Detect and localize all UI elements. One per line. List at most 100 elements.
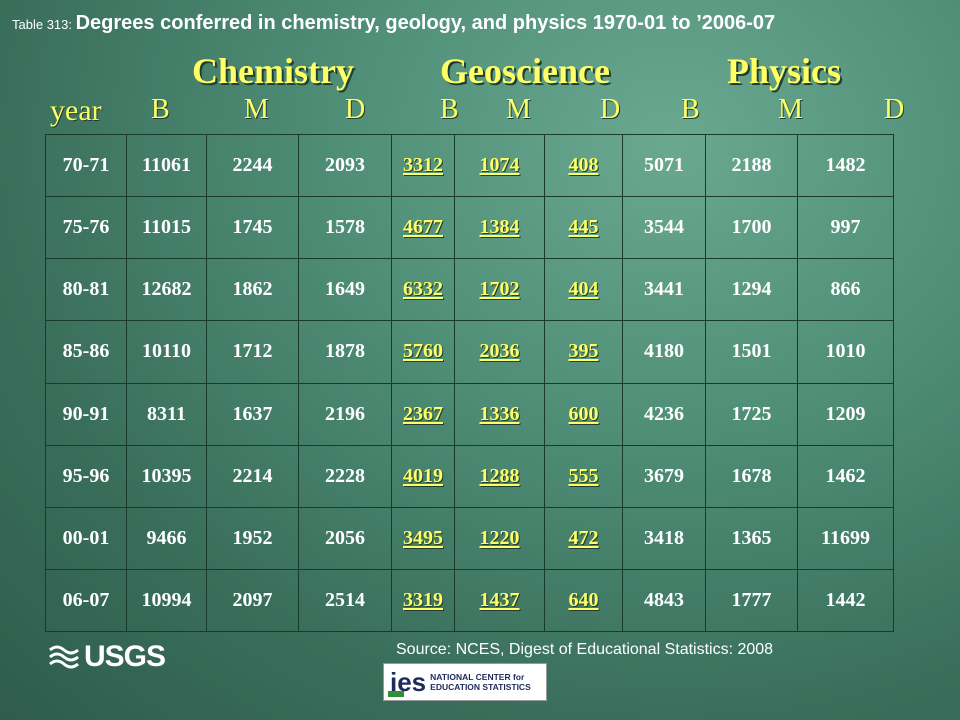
value-cell: 1501 bbox=[705, 320, 798, 384]
value-cell: 1384 bbox=[454, 196, 545, 260]
usgs-wordmark: USGS bbox=[84, 640, 166, 673]
year-cell: 85-86 bbox=[45, 320, 127, 384]
value-cell: 1220 bbox=[454, 506, 545, 570]
value-cell: 1482 bbox=[797, 133, 894, 198]
group-geoscience: Geoscience bbox=[440, 51, 610, 91]
year-cell: 90-91 bbox=[45, 382, 127, 446]
value-cell: 3544 bbox=[622, 196, 706, 260]
group-chemistry: Chemistry bbox=[192, 51, 354, 91]
table-row: 85-86 10110 1712 1878 5760 2036 395 4180 1501 101… bbox=[45, 320, 894, 384]
value-cell: 408 bbox=[544, 133, 623, 198]
value-cell: 11699 bbox=[797, 506, 894, 570]
subhead-phys-b: B bbox=[681, 94, 700, 125]
table-row: 90-91 8311 1637 2196 2367 1336 600 4236 1725 1209 bbox=[45, 382, 894, 446]
group-physics: Physics bbox=[727, 51, 842, 91]
degree-subheaders: year B M D B M D B M D bbox=[0, 94, 960, 128]
value-cell: 555 bbox=[544, 444, 623, 508]
value-cell: 5760 bbox=[391, 320, 455, 384]
value-cell: 1442 bbox=[797, 568, 894, 633]
value-cell: 1745 bbox=[206, 196, 299, 260]
table-row: 70-71 11061 2244 2093 3312 1074 408 5071 2188 148… bbox=[45, 133, 894, 198]
year-cell: 06-07 bbox=[45, 568, 127, 633]
value-cell: 8311 bbox=[126, 382, 207, 446]
value-cell: 1294 bbox=[705, 258, 798, 322]
value-cell: 4236 bbox=[622, 382, 706, 446]
value-cell: 2093 bbox=[298, 133, 392, 198]
ies-accent-bar bbox=[388, 691, 404, 697]
ies-text: NATIONAL CENTER for EDUCATION STATISTICS bbox=[430, 672, 531, 692]
table-row: 80-81 12682 1862 1649 6332 1702 404 3441 1294 866 bbox=[45, 258, 894, 322]
value-cell: 3679 bbox=[622, 444, 706, 508]
value-cell: 2056 bbox=[298, 506, 392, 570]
group-headers: Chemistry Geoscience Physics bbox=[0, 50, 960, 91]
value-cell: 1437 bbox=[454, 568, 545, 633]
year-cell: 80-81 bbox=[45, 258, 127, 322]
slide-title: Table 313: Degrees conferred in chemistr… bbox=[12, 12, 952, 35]
value-cell: 1010 bbox=[797, 320, 894, 384]
year-cell: 00-01 bbox=[45, 506, 127, 570]
value-cell: 6332 bbox=[391, 258, 455, 322]
value-cell: 3418 bbox=[622, 506, 706, 570]
table-row: 95-96 10395 2214 2228 4019 1288 555 3679 1678 146… bbox=[45, 444, 894, 508]
value-cell: 1462 bbox=[797, 444, 894, 508]
year-label: year bbox=[50, 94, 102, 127]
value-cell: 1578 bbox=[298, 196, 392, 260]
value-cell: 1649 bbox=[298, 258, 392, 322]
value-cell: 2514 bbox=[298, 568, 392, 633]
value-cell: 4843 bbox=[622, 568, 706, 633]
value-cell: 472 bbox=[544, 506, 623, 570]
value-cell: 1365 bbox=[705, 506, 798, 570]
value-cell: 2367 bbox=[391, 382, 455, 446]
subhead-chem-b: B bbox=[151, 94, 170, 125]
value-cell: 4180 bbox=[622, 320, 706, 384]
value-cell: 3495 bbox=[391, 506, 455, 570]
ies-nces-logo: ies NATIONAL CENTER for EDUCATION STATIS… bbox=[383, 663, 547, 701]
value-cell: 1336 bbox=[454, 382, 545, 446]
value-cell: 866 bbox=[797, 258, 894, 322]
value-cell: 2196 bbox=[298, 382, 392, 446]
value-cell: 12682 bbox=[126, 258, 207, 322]
table-number: Table 313: bbox=[12, 17, 76, 32]
value-cell: 1952 bbox=[206, 506, 299, 570]
value-cell: 1209 bbox=[797, 382, 894, 446]
value-cell: 2228 bbox=[298, 444, 392, 508]
usgs-logo: USGS bbox=[48, 640, 166, 674]
value-cell: 5071 bbox=[622, 133, 706, 198]
value-cell: 2244 bbox=[206, 133, 299, 198]
year-cell: 95-96 bbox=[45, 444, 127, 508]
value-cell: 11015 bbox=[126, 196, 207, 260]
subhead-phys-d: D bbox=[884, 94, 905, 125]
value-cell: 1074 bbox=[454, 133, 545, 198]
value-cell: 404 bbox=[544, 258, 623, 322]
value-cell: 1678 bbox=[705, 444, 798, 508]
value-cell: 3441 bbox=[622, 258, 706, 322]
subhead-geo-d: D bbox=[600, 94, 621, 125]
value-cell: 10110 bbox=[126, 320, 207, 384]
table-row: 06-07 10994 2097 2514 3319 1437 640 4843 1777 144… bbox=[45, 568, 894, 633]
source-note: Source: NCES, Digest of Educational Stat… bbox=[396, 641, 774, 658]
value-cell: 4019 bbox=[391, 444, 455, 508]
value-cell: 1878 bbox=[298, 320, 392, 384]
year-cell: 70-71 bbox=[45, 133, 127, 198]
value-cell: 445 bbox=[544, 196, 623, 260]
value-cell: 2214 bbox=[206, 444, 299, 508]
value-cell: 10395 bbox=[126, 444, 207, 508]
value-cell: 2188 bbox=[705, 133, 798, 198]
subhead-phys-m: M bbox=[778, 94, 803, 125]
subhead-chem-m: M bbox=[244, 94, 269, 125]
table-row: 75-76 11015 1745 1578 4677 1384 445 3544 1700 997 bbox=[45, 196, 894, 260]
ies-text-line1: NATIONAL CENTER for bbox=[430, 672, 525, 682]
value-cell: 3319 bbox=[391, 568, 455, 633]
value-cell: 2097 bbox=[206, 568, 299, 633]
value-cell: 1777 bbox=[705, 568, 798, 633]
value-cell: 4677 bbox=[391, 196, 455, 260]
ies-text-line2: EDUCATION STATISTICS bbox=[430, 682, 531, 692]
subhead-chem-d: D bbox=[345, 94, 366, 125]
title-text: Degrees conferred in chemistry, geology,… bbox=[75, 12, 776, 34]
value-cell: 997 bbox=[797, 196, 894, 260]
value-cell: 395 bbox=[544, 320, 623, 384]
value-cell: 1725 bbox=[705, 382, 798, 446]
subhead-geo-m: M bbox=[506, 94, 531, 125]
value-cell: 1702 bbox=[454, 258, 545, 322]
value-cell: 1862 bbox=[206, 258, 299, 322]
